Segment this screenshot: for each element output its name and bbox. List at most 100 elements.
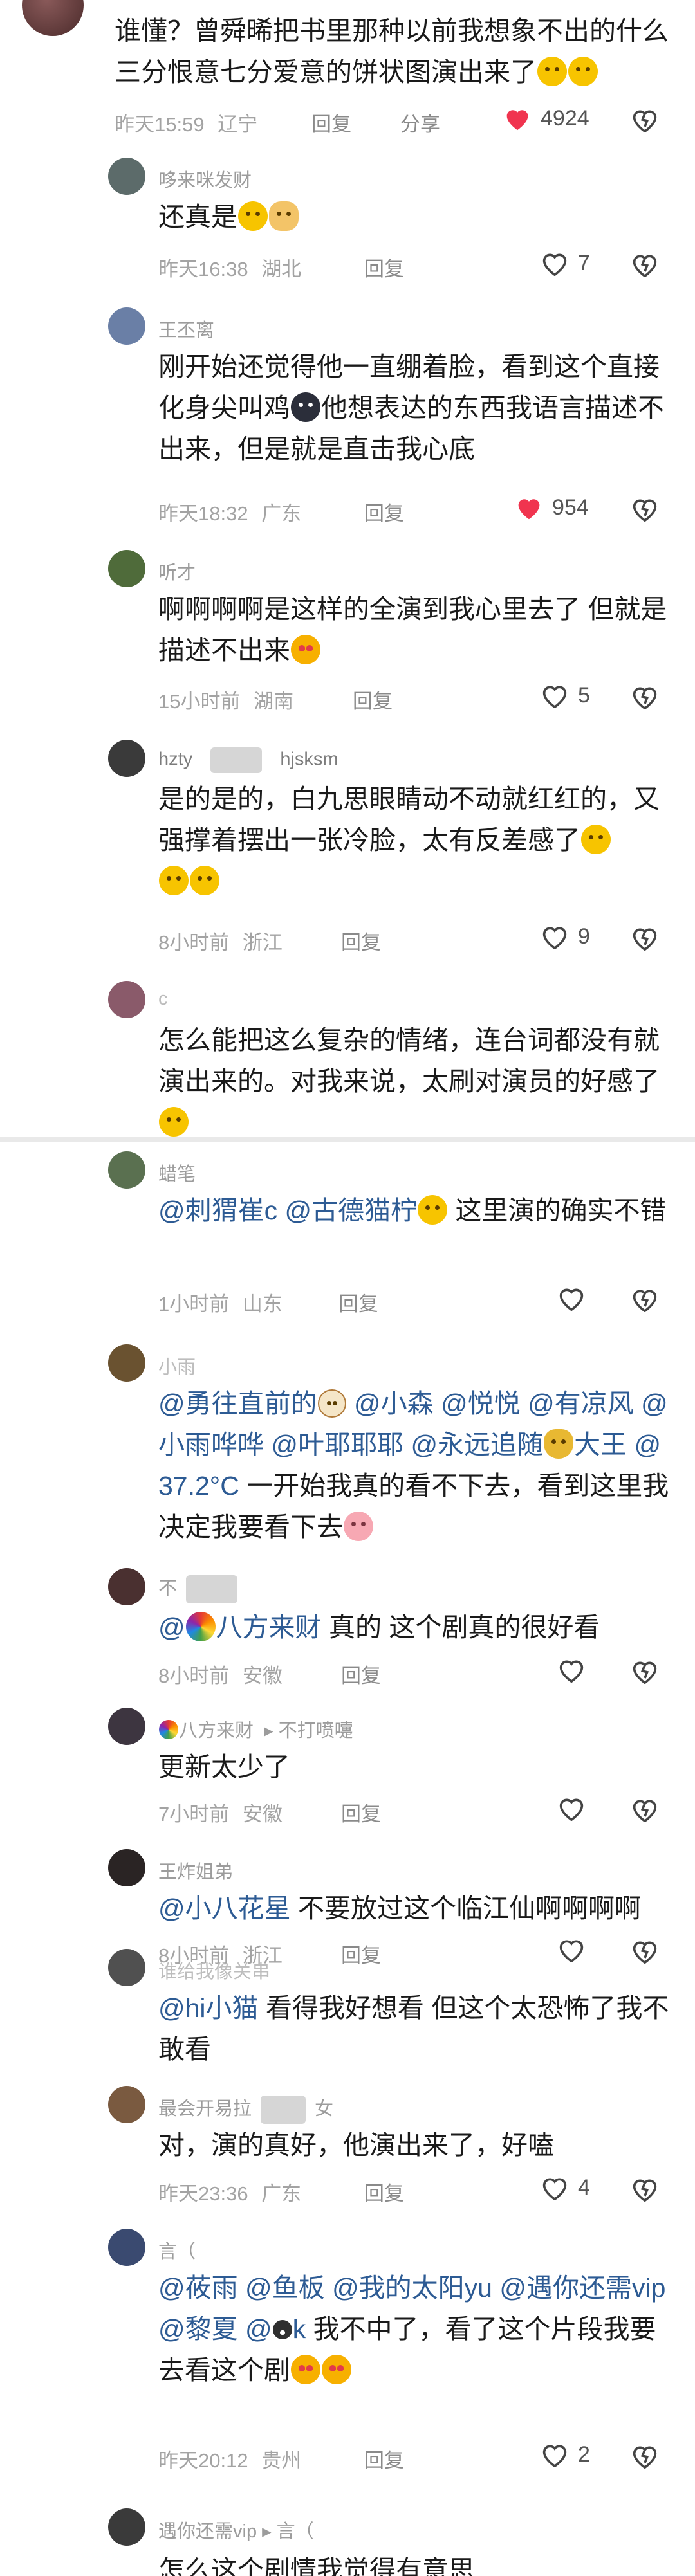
comment-text: @莜雨 @鱼板 @我的太阳yu @遇你还需vip @黎夏 @ k 我不中了，看了这… [158,2273,666,2385]
avatar[interactable] [22,0,84,36]
avatar[interactable] [108,2229,145,2266]
heart-outline-icon [542,253,567,276]
avatar[interactable] [108,550,145,587]
dislike-icon[interactable] [631,251,659,277]
comment-username[interactable]: 言（ [158,2236,196,2263]
comment-text: @勇往直前的 @小森 @悦悦 @有凉风 @小雨哗哗 @叶耶耶耶 @永远追随 大王 … [158,1389,669,1542]
avatar[interactable] [108,981,145,1018]
mention-link[interactable]: @有凉风 [528,1389,634,1418]
reply-button[interactable]: 回复 [364,2177,404,2206]
dislike-icon[interactable] [631,925,659,951]
mention-link[interactable]: @小森 [354,1389,434,1418]
heart-filled-icon [506,110,528,131]
like-button[interactable]: 954 [515,495,589,520]
comment-location: 湖北 [261,258,302,280]
dislike-icon[interactable] [631,2443,659,2469]
smile-emoji-icon [418,1195,448,1225]
comment-time: 昨天18:32 [158,502,248,525]
mention-link[interactable]: @莜雨 [158,2273,238,2303]
comment-username[interactable]: 哆来咪发财 [158,165,252,192]
avatar[interactable] [108,2508,145,2546]
mention-link[interactable]: @悦悦 [441,1389,521,1418]
like-button[interactable]: 9 [541,924,590,949]
comment-text: 对，演的真好，他演出来了，好嗑 [158,2130,554,2160]
reply-button[interactable]: 回复 [364,497,404,526]
heart-outline-icon [542,927,567,949]
avatar[interactable] [108,158,145,195]
cow-emoji-icon [317,1389,346,1418]
like-icon[interactable] [557,1285,586,1311]
avatar[interactable] [108,1949,145,1986]
like-icon[interactable] [557,1795,586,1821]
comment-username[interactable]: 八方来财 ▸ 不打喷嚏 [158,1715,353,1742]
comment-time: 昨天23:36 [158,2182,248,2205]
avatar[interactable] [108,1708,145,1745]
reply-button[interactable]: 回复 [311,108,351,137]
mention-link[interactable]: @ 八方来财 [158,1612,322,1642]
reply-button[interactable]: 回复 [341,1939,381,1968]
comment-time: 8小时前 [158,1665,230,1687]
reply-button[interactable]: 回复 [338,1288,378,1317]
reply-button[interactable]: 回复 [364,253,404,282]
avatar[interactable] [108,1151,145,1189]
mention-link[interactable]: @勇往直前的 [158,1389,347,1418]
mention-link[interactable]: @古德猫柠 [285,1196,418,1225]
like-icon[interactable] [557,1937,586,1962]
mention-link[interactable]: @叶耶耶耶 [271,1430,403,1459]
like-count: 9 [578,924,590,949]
comment-username[interactable]: hzty hjsksm [158,747,338,773]
mention-link[interactable]: @黎夏 [158,2314,238,2344]
like-button[interactable]: 5 [541,682,590,708]
dislike-icon[interactable] [631,684,659,709]
like-icon[interactable] [557,1657,586,1683]
reply-arrow-icon: ▸ [262,2521,272,2542]
mention-link[interactable]: @ k [245,2314,306,2344]
like-button[interactable]: 4924 [503,105,589,131]
comment-username[interactable]: 听才 [158,558,196,585]
dislike-icon[interactable] [631,1938,659,1964]
comment-username[interactable]: 谁给我像关串 [158,1957,270,1984]
reply-button[interactable]: 回复 [353,685,393,714]
reply-button[interactable]: 回复 [341,926,381,955]
mention-link[interactable]: @遇你还需vip [499,2273,665,2303]
heart-outline-icon [542,2178,567,2200]
reply-button[interactable]: 回复 [341,1659,381,1688]
avatar[interactable] [108,1849,145,1886]
mention-link[interactable]: @hi小猫 [158,1993,259,2023]
avatar[interactable] [108,307,145,345]
mention-link[interactable]: @永远追随 大王 [411,1429,627,1459]
comment-username[interactable]: 蜡笔 [158,1159,196,1186]
avatar[interactable] [108,1344,145,1382]
share-button[interactable]: 分享 [400,108,440,137]
like-button[interactable]: 4 [541,2175,590,2200]
like-button[interactable]: 2 [541,2442,590,2467]
like-button[interactable]: 7 [541,250,590,276]
dislike-icon[interactable] [631,1286,659,1312]
heart-outline-icon [542,686,567,708]
comment-meta: 7小时前 安徽 [158,1798,283,1827]
comment-username[interactable]: 最会开易拉女 [158,2094,333,2124]
comment-text: @hi小猫 看得我好想看 但这个太恐怖了我不敢看 [158,1993,669,2064]
mention-link[interactable]: @小八花星 [158,1894,291,1923]
dislike-icon[interactable] [631,496,659,522]
dislike-icon[interactable] [631,107,659,132]
comment-username[interactable]: 小雨 [158,1352,196,1379]
mention-link[interactable]: @我的太阳yu [332,2273,492,2303]
avatar[interactable] [108,2086,145,2123]
mention-link[interactable]: @鱼板 [245,2273,325,2303]
dislike-icon[interactable] [631,1796,659,1822]
comment-username[interactable]: 不 [158,1573,238,1604]
reply-button[interactable]: 回复 [364,2444,404,2473]
comment-username[interactable]: 王炸姐弟 [158,1857,233,1884]
comment-username[interactable]: 王丕离 [158,315,214,342]
avatar[interactable] [108,1568,145,1605]
reply-button[interactable]: 回复 [341,1798,381,1827]
mention-link[interactable]: @刺猬崔c [158,1196,277,1225]
comment-text: 是的是的，白九思眼睛动不动就红红的，又强撑着摆出一张冷脸，太有反差感了 [158,778,673,902]
avatar[interactable] [108,740,145,777]
comment-text: 还真是 [158,196,660,237]
comment-username[interactable]: 遇你还需vip ▸ 言（ [158,2516,314,2543]
dislike-icon[interactable] [631,1658,659,1684]
dislike-icon[interactable] [631,2176,659,2202]
comment-username[interactable]: c [158,989,168,1010]
